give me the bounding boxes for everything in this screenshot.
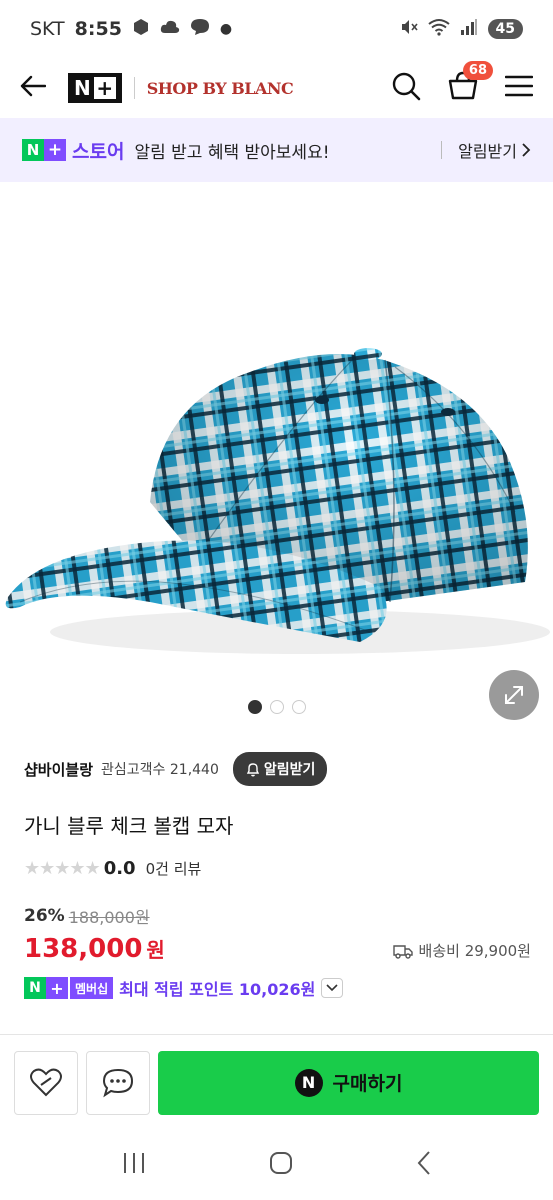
interest-label: 관심고객수 xyxy=(101,762,166,778)
promo-separator xyxy=(441,141,443,159)
points-row[interactable]: N + 멤버십 최대 적립 포인트 10,026원 xyxy=(24,976,344,1000)
notify-label: 알림받기 xyxy=(263,762,316,778)
n-badge: N xyxy=(24,977,46,999)
logo-divider xyxy=(133,77,135,99)
mute-icon xyxy=(400,18,418,41)
more-dot-icon: ● xyxy=(219,21,233,37)
shop-logo[interactable]: SHOP BY BLANC xyxy=(147,79,294,98)
interest-count: 21,440 xyxy=(169,762,219,778)
gallery-dot[interactable] xyxy=(269,700,284,714)
discount-percent: 26% xyxy=(24,906,65,926)
heart-plus-icon xyxy=(30,1068,62,1096)
plus-badge: + xyxy=(44,139,66,161)
plus-badge: + xyxy=(46,977,68,999)
gallery-dots xyxy=(0,700,553,714)
cloud-icon xyxy=(160,18,180,40)
promo-store-label: 스토어 xyxy=(72,140,125,163)
search-icon[interactable] xyxy=(391,71,421,105)
sale-price: 138,000 xyxy=(24,934,143,964)
shipping-fee: 배송비 29,900원 xyxy=(418,942,531,960)
chevron-right-icon xyxy=(522,143,531,157)
price-row: 138,000 원 xyxy=(24,934,165,964)
buy-label: 구매하기 xyxy=(332,1073,403,1095)
naver-n-icon: N xyxy=(294,1068,323,1097)
review-count[interactable]: 0건 리뷰 xyxy=(146,858,202,879)
logo-n: N xyxy=(74,76,91,100)
app-notification-icon xyxy=(132,18,150,41)
system-nav-bar xyxy=(0,1130,553,1200)
clock: 8:55 xyxy=(74,18,122,40)
naver-plus-badge: N + xyxy=(22,139,66,161)
chat-icon xyxy=(190,18,210,41)
membership-label: 멤버십 xyxy=(70,977,114,999)
price-unit: 원 xyxy=(146,938,165,962)
points-expand-button[interactable] xyxy=(321,978,344,998)
shipping-info: 배송비 29,900원 xyxy=(392,940,531,961)
promo-cta-label: 알림받기 xyxy=(458,142,517,161)
rating-row[interactable]: ★★★★★ 0.0 0건 리뷰 xyxy=(24,858,201,879)
cart-count-badge: 68 xyxy=(462,61,493,80)
promo-banner[interactable]: N + 스토어 알림 받고 혜택 받아보세요! 알림받기 xyxy=(0,118,553,182)
promo-text: 알림 받고 혜택 받아보세요! xyxy=(134,142,330,163)
seller-row: 샵바이블랑 관심고객수 21,440 알림받기 xyxy=(24,752,328,786)
back-arrow-icon[interactable] xyxy=(20,75,47,101)
top-nav: N + SHOP BY BLANC 68 xyxy=(0,58,553,118)
naver-plus-logo[interactable]: N + xyxy=(68,73,122,103)
product-title: 가니 블루 체크 볼캡 모자 xyxy=(24,814,234,838)
seller-notify-button[interactable]: 알림받기 xyxy=(232,752,328,786)
cart-button[interactable]: 68 xyxy=(447,61,493,105)
chevron-down-icon xyxy=(326,984,338,992)
product-image[interactable] xyxy=(0,182,553,682)
back-icon[interactable] xyxy=(416,1150,432,1180)
gallery-dot[interactable] xyxy=(291,700,306,714)
seller-name[interactable]: 샵바이블랑 xyxy=(24,759,93,780)
membership-badge: N + 멤버십 xyxy=(24,977,114,999)
menu-icon[interactable] xyxy=(504,75,534,101)
plus-icon: + xyxy=(93,77,116,99)
buy-button[interactable]: N 구매하기 xyxy=(158,1050,539,1115)
promo-notify-link[interactable]: 알림받기 xyxy=(458,138,531,162)
carrier-label: SKT xyxy=(30,18,65,40)
discount-row: 26% 188,000원 xyxy=(24,904,150,928)
status-bar: SKT 8:55 ● 45 xyxy=(0,0,553,58)
home-icon[interactable] xyxy=(268,1150,294,1180)
max-points-text: 최대 적립 포인트 10,026원 xyxy=(119,980,316,999)
bottom-action-bar: N 구매하기 xyxy=(0,1034,553,1130)
chat-bubble-icon xyxy=(102,1068,134,1097)
original-price: 188,000원 xyxy=(68,908,150,927)
signal-icon xyxy=(460,18,478,41)
gallery-dot[interactable] xyxy=(247,700,262,714)
chat-button[interactable] xyxy=(86,1050,150,1115)
n-badge: N xyxy=(22,139,44,161)
seller-interest-count: 관심고객수 21,440 xyxy=(101,759,219,779)
battery-indicator: 45 xyxy=(487,19,523,39)
wifi-icon xyxy=(427,18,450,41)
rating-value: 0.0 xyxy=(103,858,136,879)
bell-plus-icon xyxy=(246,763,260,777)
wishlist-button[interactable] xyxy=(14,1050,78,1115)
star-rating-icons: ★★★★★ xyxy=(24,858,101,879)
recent-apps-icon[interactable] xyxy=(121,1151,147,1179)
truck-icon xyxy=(392,944,413,959)
